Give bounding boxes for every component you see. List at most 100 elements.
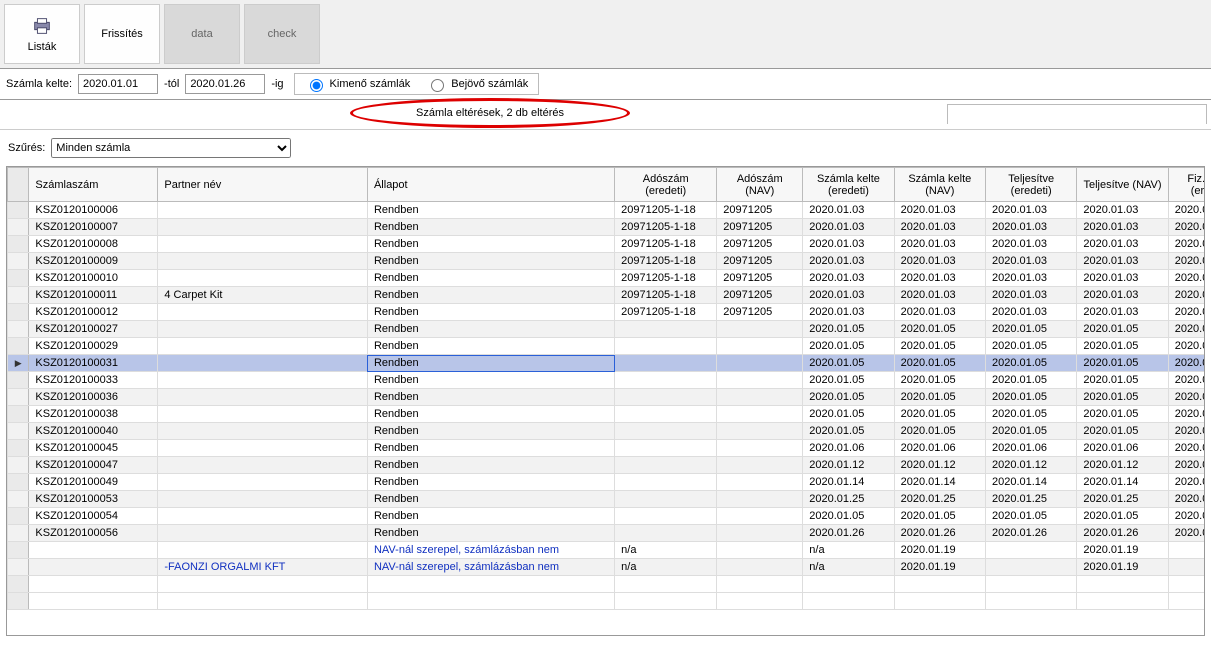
cell-ke: 2020.01.03 — [803, 236, 894, 253]
refresh-button[interactable]: Frissítés — [84, 4, 160, 64]
table-row[interactable]: KSZ0120100040Rendben2020.01.052020.01.05… — [8, 423, 1206, 440]
cell-ke: 2020.01.03 — [803, 219, 894, 236]
col-telj-eredeti[interactable]: Teljesítve (eredeti) — [985, 168, 1076, 202]
cell-te: 2020.01.05 — [985, 372, 1076, 389]
cell-an: 20971205 — [717, 287, 803, 304]
table-row[interactable]: KSZ01201000114 Carpet KitRendben20971205… — [8, 287, 1206, 304]
table-row[interactable]: KSZ0120100027Rendben2020.01.052020.01.05… — [8, 321, 1206, 338]
outgoing-radio[interactable]: Kimenő számlák — [305, 76, 411, 92]
col-kelte-nav[interactable]: Számla kelte (NAV) — [894, 168, 985, 202]
row-handle[interactable] — [8, 423, 29, 440]
col-partner[interactable]: Partner név — [158, 168, 368, 202]
col-fiz-eredeti[interactable]: Fiz.hatidő (eredeti) — [1168, 168, 1205, 202]
table-row[interactable]: KSZ0120100029Rendben2020.01.052020.01.05… — [8, 338, 1206, 355]
table-row[interactable]: NAV-nál szerepel, számlázásban nemn/an/a… — [8, 542, 1206, 559]
row-handle[interactable] — [8, 304, 29, 321]
col-adoszam-eredeti[interactable]: Adószám (eredeti) — [615, 168, 717, 202]
row-handle[interactable] — [8, 236, 29, 253]
row-handle[interactable] — [8, 270, 29, 287]
row-handle[interactable] — [8, 389, 29, 406]
table-row[interactable]: KSZ0120100012Rendben20971205-1-182097120… — [8, 304, 1206, 321]
row-handle[interactable] — [8, 406, 29, 423]
cell-tn: 2020.01.26 — [1077, 525, 1168, 542]
incoming-radio-input[interactable] — [431, 79, 444, 92]
cell-ae — [615, 389, 717, 406]
cell-an — [717, 440, 803, 457]
col-adoszam-nav[interactable]: Adószám (NAV) — [717, 168, 803, 202]
table-row[interactable]: KSZ0120100033Rendben2020.01.052020.01.05… — [8, 372, 1206, 389]
table-row[interactable]: KSZ0120100045Rendben2020.01.062020.01.06… — [8, 440, 1206, 457]
cell-te: 2020.01.12 — [985, 457, 1076, 474]
cell-ae — [615, 491, 717, 508]
row-handle[interactable] — [8, 508, 29, 525]
table-row[interactable]: KSZ0120100010Rendben20971205-1-182097120… — [8, 270, 1206, 287]
table-row[interactable]: KSZ0120100036Rendben2020.01.052020.01.05… — [8, 389, 1206, 406]
check-button[interactable]: check — [244, 4, 320, 64]
row-handle[interactable] — [8, 219, 29, 236]
date-from-input[interactable] — [78, 74, 158, 94]
cell-ke: 2020.01.05 — [803, 406, 894, 423]
row-handle[interactable] — [8, 372, 29, 389]
date-to-input[interactable] — [185, 74, 265, 94]
cell-ke: 2020.01.25 — [803, 491, 894, 508]
cell-fe: 2020.01.03 — [1168, 253, 1205, 270]
table-row[interactable]: KSZ0120100054Rendben2020.01.052020.01.05… — [8, 508, 1206, 525]
table-row[interactable]: ▶KSZ0120100031Rendben2020.01.052020.01.0… — [8, 355, 1206, 372]
cell-ke: 2020.01.05 — [803, 389, 894, 406]
data-grid[interactable]: Számlaszám Partner név Állapot Adószám (… — [6, 166, 1205, 636]
cell-sz: KSZ0120100056 — [29, 525, 158, 542]
col-allapot[interactable]: Állapot — [367, 168, 614, 202]
incoming-radio-label: Bejövő számlák — [451, 78, 528, 90]
row-handle[interactable] — [8, 457, 29, 474]
col-szamlaszam[interactable]: Számlaszám — [29, 168, 158, 202]
cell-ae: 20971205-1-18 — [615, 270, 717, 287]
cell-ae: 20971205-1-18 — [615, 304, 717, 321]
cell-ae: 20971205-1-18 — [615, 219, 717, 236]
table-row[interactable]: KSZ0120100008Rendben20971205-1-182097120… — [8, 236, 1206, 253]
row-handle[interactable] — [8, 321, 29, 338]
row-handle[interactable] — [8, 440, 29, 457]
table-row[interactable]: KSZ0120100056Rendben2020.01.262020.01.26… — [8, 525, 1206, 542]
cell-fe: 2020.01.05 — [1168, 406, 1205, 423]
row-handle[interactable] — [8, 474, 29, 491]
cell-ae — [615, 457, 717, 474]
table-row[interactable]: KSZ0120100049Rendben2020.01.142020.01.14… — [8, 474, 1206, 491]
cell-an — [717, 542, 803, 559]
col-kelte-eredeti[interactable]: Számla kelte (eredeti) — [803, 168, 894, 202]
table-row[interactable]: KSZ0120100007Rendben20971205-1-182097120… — [8, 219, 1206, 236]
cell-an — [717, 508, 803, 525]
row-handle[interactable] — [8, 559, 29, 576]
cell-ae — [615, 474, 717, 491]
row-handle[interactable] — [8, 542, 29, 559]
cell-te: 2020.01.05 — [985, 321, 1076, 338]
row-handle[interactable]: ▶ — [8, 355, 29, 372]
row-handle[interactable] — [8, 287, 29, 304]
cell-partner — [158, 219, 368, 236]
row-handle[interactable] — [8, 491, 29, 508]
szures-select[interactable]: Minden számla — [51, 138, 291, 158]
cell-tn: 2020.01.03 — [1077, 270, 1168, 287]
cell-fe: 2020.01.05 — [1168, 338, 1205, 355]
print-button[interactable]: Listák — [4, 4, 80, 64]
data-button[interactable]: data — [164, 4, 240, 64]
table-row[interactable]: KSZ0120100009Rendben20971205-1-182097120… — [8, 253, 1206, 270]
refresh-button-label: Frissítés — [101, 28, 143, 40]
date-filter-label: Számla kelte: — [6, 78, 72, 90]
table-row[interactable]: KSZ0120100047Rendben2020.01.122020.01.12… — [8, 457, 1206, 474]
date-mid-label: -tól — [164, 78, 179, 90]
table-row[interactable]: KSZ0120100053Rendben2020.01.252020.01.25… — [8, 491, 1206, 508]
row-handle[interactable] — [8, 253, 29, 270]
row-handle[interactable] — [8, 202, 29, 219]
outgoing-radio-input[interactable] — [310, 79, 323, 92]
cell-kn: 2020.01.06 — [894, 440, 985, 457]
incoming-radio[interactable]: Bejövő számlák — [426, 76, 528, 92]
cell-te: 2020.01.03 — [985, 253, 1076, 270]
table-row[interactable]: KSZ0120100038Rendben2020.01.052020.01.05… — [8, 406, 1206, 423]
cell-te: 2020.01.06 — [985, 440, 1076, 457]
row-handle[interactable] — [8, 338, 29, 355]
cell-tn: 2020.01.05 — [1077, 338, 1168, 355]
row-handle[interactable] — [8, 525, 29, 542]
table-row[interactable]: KSZ0120100006Rendben20971205-1-182097120… — [8, 202, 1206, 219]
col-telj-nav[interactable]: Teljesítve (NAV) — [1077, 168, 1168, 202]
table-row[interactable]: -FAONZI ORGALMI KFTNAV-nál szerepel, szá… — [8, 559, 1206, 576]
